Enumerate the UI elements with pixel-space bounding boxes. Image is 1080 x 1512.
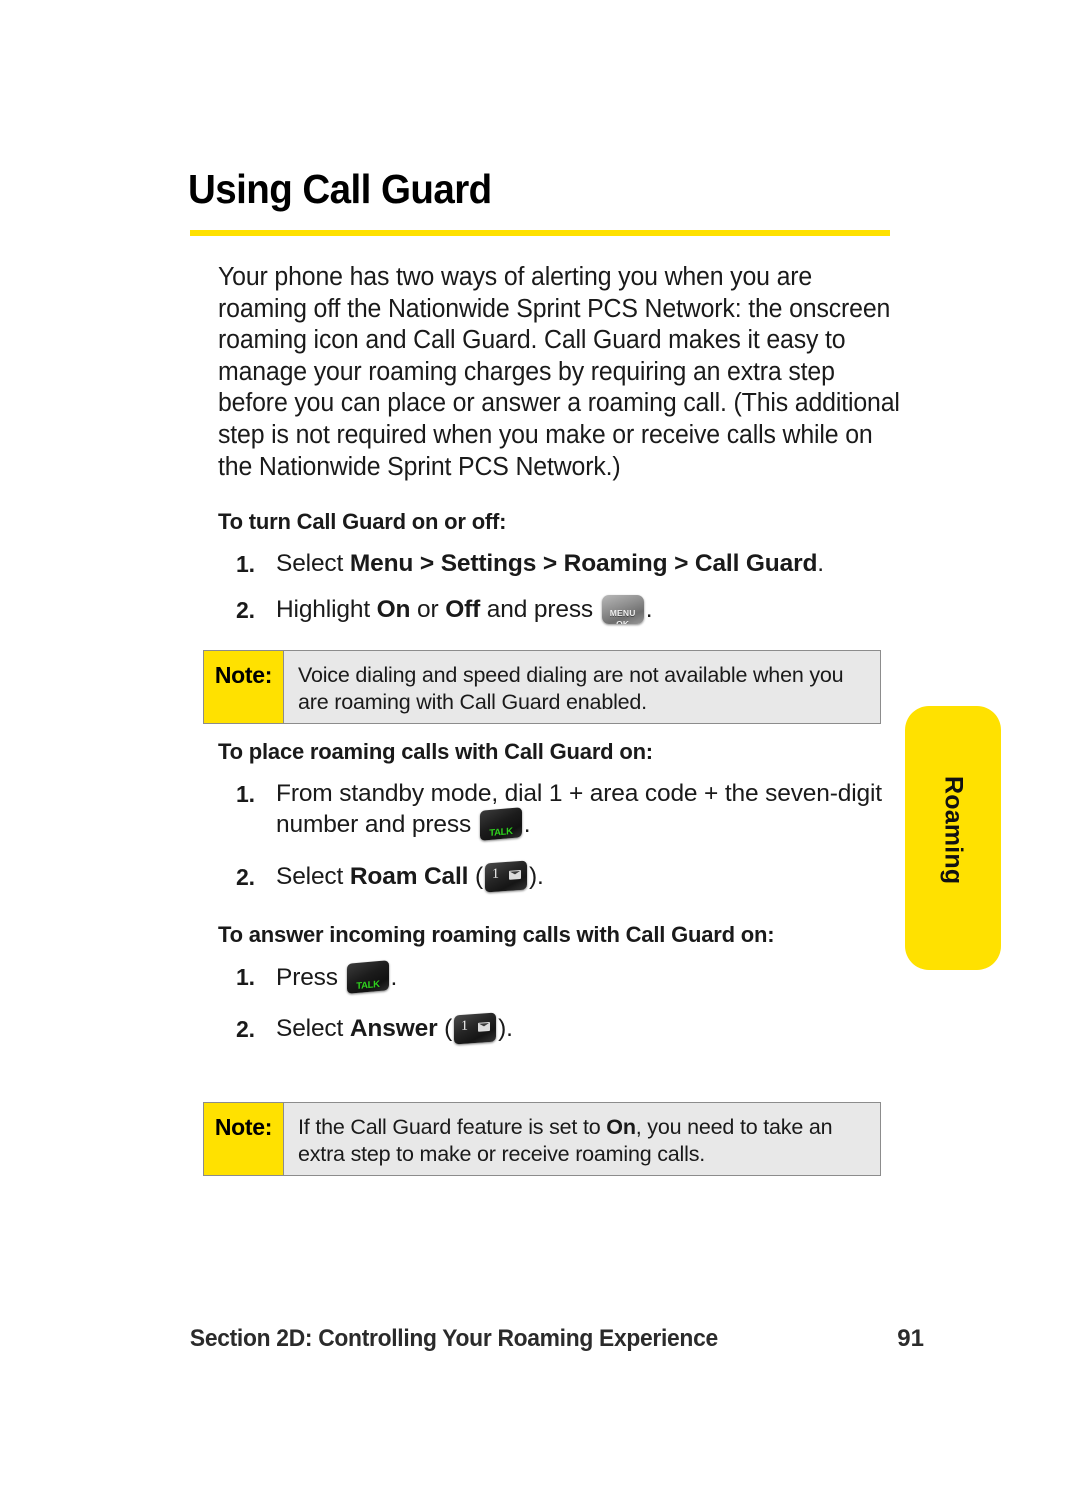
envelope-icon [478,1022,491,1032]
note-label-text: Note: [214,662,273,688]
subheading-answer-calls: To answer incoming roaming calls with Ca… [218,922,775,948]
list-item: 2. Select Roam Call (1). [218,860,898,894]
step-sep: ( [468,863,483,891]
one-key-icon: 1 [485,860,527,893]
step-number: 1. [236,551,255,578]
footer-section-title: Section 2D: Controlling Your Roaming Exp… [189,1325,718,1352]
step-bold-settings: Settings [440,550,537,578]
step-sep: or [410,596,446,624]
subheading-place-calls: To place roaming calls with Call Guard o… [218,739,653,765]
step-bold-on: On [376,596,411,624]
envelope-icon [509,870,521,880]
step-text: Press [276,964,345,992]
step-sep: > [536,550,564,578]
list-item: 1. Select Menu > Settings > Roaming > Ca… [218,549,898,581]
talk-key-label: TALK [355,979,380,993]
step-number: 2. [236,1016,255,1043]
menu-key-line2: OK [616,619,630,625]
step-text: Select [276,1015,350,1043]
talk-key-icon: TALK [479,807,522,841]
page-title: Using Call Guard [188,166,492,212]
step-bold-menu: Menu [349,550,414,578]
intro-paragraph: Your phone has two ways of alerting you … [218,263,900,481]
step-bold-roaming: Roaming [563,550,668,578]
step-bold-callguard: Call Guard [694,550,818,578]
note-box: Note: If the Call Guard feature is set t… [203,1102,881,1176]
step-sep: and press [480,596,600,624]
steps-place-calls: 1. From standby mode, dial 1 + area code… [218,779,898,894]
one-key-digit: 1 [461,1018,468,1035]
step-number: 2. [236,864,255,891]
one-key-icon: 1 [454,1012,497,1045]
page-footer: Section 2D: Controlling Your Roaming Exp… [176,1325,924,1353]
note-bold-on: On [606,1115,636,1139]
step-text: Highlight [276,596,377,624]
step-text: Select [276,863,350,891]
note-text: If the Call Guard feature is set to [298,1115,607,1139]
step-bold-roamcall: Roam Call [349,863,469,891]
step-suffix: ). [498,1015,513,1043]
talk-key-icon: TALK [346,960,389,994]
side-tab-label: Roaming [939,775,968,885]
step-text: Select [276,550,350,578]
step-suffix: ). [529,863,544,891]
step-sep: > [667,550,695,578]
list-item: 1. From standby mode, dial 1 + area code… [218,779,936,841]
one-key-digit: 1 [492,866,499,883]
list-item: 1. Press TALK. [218,960,898,994]
note-text: Voice dialing and speed dialing are not … [298,663,844,714]
talk-key-label: TALK [489,826,513,840]
step-text: From standby mode, dial 1 + area code + … [276,780,882,839]
subheading-turn-on-off: To turn Call Guard on or off: [218,509,507,535]
note-body-cell: If the Call Guard feature is set to On, … [284,1103,880,1175]
step-bold-answer: Answer [349,1015,438,1043]
menu-ok-key-icon: MENU OK [601,595,644,625]
note-label-cell: Note: [204,1103,284,1175]
manual-page: Roaming Using Call Guard Your phone has … [0,0,1080,1512]
step-number: 1. [236,781,255,808]
step-number: 1. [236,964,255,991]
step-suffix: . [390,964,398,992]
list-item: 2. Select Answer (1). [218,1012,898,1046]
steps-turn-on-off: 1. Select Menu > Settings > Roaming > Ca… [218,549,898,627]
note-box: Note: Voice dialing and speed dialing ar… [203,650,881,724]
step-sep: ( [437,1015,453,1043]
step-suffix: . [817,550,824,578]
step-sep: > [413,550,441,578]
note-body-cell: Voice dialing and speed dialing are not … [284,651,880,723]
note-label-cell: Note: [204,651,284,723]
list-item: 2. Highlight On or Off and press MENU OK. [218,595,898,627]
title-underline-rule [190,230,890,236]
footer-page-number: 91 [897,1325,924,1352]
step-suffix: . [523,811,531,839]
steps-answer-calls: 1. Press TALK. 2. Select Answer (1). [218,960,898,1046]
step-suffix: . [645,596,653,624]
note-label-text: Note: [214,1114,273,1140]
step-bold-off: Off [445,596,481,624]
step-number: 2. [236,597,255,624]
